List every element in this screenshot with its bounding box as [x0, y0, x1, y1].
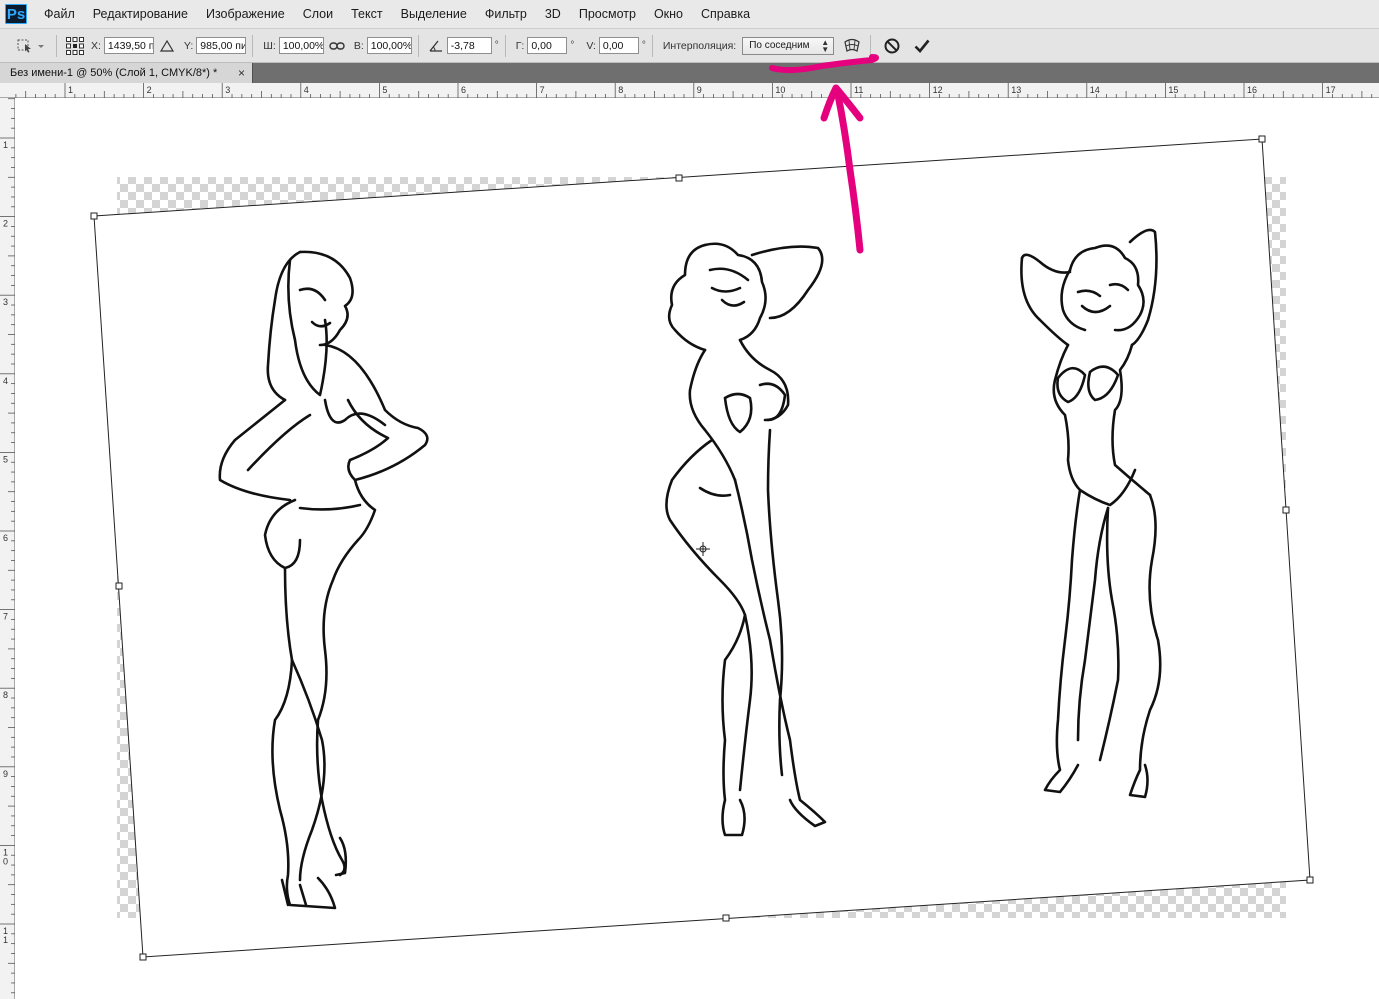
move-transform-icon	[17, 39, 44, 53]
handle-middle-left[interactable]	[115, 582, 123, 590]
select-arrows-icon: ▲ ▼	[821, 37, 830, 54]
menu-item[interactable]: Текст	[342, 0, 391, 28]
handle-bottom-left[interactable]	[139, 953, 147, 961]
width-scale-field[interactable]: 100,00%	[278, 37, 324, 54]
degree-unit: °	[494, 40, 499, 51]
ruler-label: 17	[1326, 85, 1336, 95]
ruler-label: 5	[382, 85, 387, 95]
handle-middle-right[interactable]	[1282, 506, 1290, 514]
menu-item[interactable]: Фильтр	[476, 0, 536, 28]
document-tab-title: Без имени-1 @ 50% (Слой 1, CMYK/8*) *	[10, 67, 218, 79]
separator	[651, 34, 653, 57]
horizontal-skew-field[interactable]: 0,00	[527, 37, 568, 54]
handle-top-middle[interactable]	[675, 174, 683, 182]
ruler-label: 10	[775, 85, 785, 95]
interpolation-value: По соседним	[749, 39, 810, 51]
handle-bottom-right[interactable]	[1306, 876, 1314, 884]
warp-mode-icon	[844, 38, 860, 52]
y-position-field[interactable]: 985,00 пи	[196, 37, 247, 54]
commit-transform-button[interactable]	[913, 34, 931, 58]
transformed-layer[interactable]	[93, 138, 1311, 958]
ruler-label: 8	[3, 690, 8, 700]
ruler-label: 1	[3, 140, 8, 150]
ruler-label: 3	[225, 85, 230, 95]
ruler-label: 11	[3, 926, 8, 945]
horizontal-skew-label: Г:	[515, 39, 525, 52]
menu-item[interactable]: Изображение	[197, 0, 294, 28]
ruler-label: 1	[68, 85, 73, 95]
ruler-label: 15	[1168, 85, 1178, 95]
menu-item[interactable]: Выделение	[392, 0, 476, 28]
cancel-transform-icon	[884, 38, 900, 53]
rotation-angle-field[interactable]: -3,78	[446, 37, 492, 54]
cancel-transform-button[interactable]	[883, 34, 901, 58]
photoshop-logo: Ps	[5, 4, 27, 24]
ruler-label: 11	[854, 85, 863, 95]
rotate-angle-icon	[429, 40, 442, 52]
degree-unit: °	[641, 40, 646, 51]
interpolation-label: Интерполяция:	[662, 39, 737, 52]
x-position-field[interactable]: 1439,50 пи	[103, 37, 154, 54]
link-icon	[329, 41, 345, 50]
separator	[56, 34, 57, 57]
commit-transform-icon	[914, 39, 930, 53]
ruler-label: 3	[3, 297, 8, 307]
ruler-label: 6	[461, 85, 466, 95]
vertical-skew-field[interactable]: 0,00	[598, 37, 639, 54]
ruler-label: 9	[3, 769, 8, 779]
close-tab-icon[interactable]: ×	[238, 66, 245, 80]
ruler-label: 4	[304, 85, 309, 95]
ruler-label: 6	[3, 533, 8, 543]
menu-item[interactable]: Просмотр	[570, 0, 645, 28]
menu-item[interactable]: 3D	[536, 0, 570, 28]
ruler-label: 2	[147, 85, 152, 95]
ruler-label: 10	[3, 847, 8, 866]
separator	[252, 34, 254, 57]
angle-icon	[159, 39, 174, 52]
link-proportions-button[interactable]	[329, 34, 345, 58]
x-label: X:	[91, 39, 101, 52]
handle-top-left[interactable]	[90, 212, 98, 220]
vertical-ruler[interactable]: 1 2 3 4 5 6 7 8 9 10 11	[0, 98, 15, 999]
ruler-label: 7	[3, 612, 8, 622]
degree-unit: °	[570, 40, 575, 51]
menu-item[interactable]: Справка	[692, 0, 759, 28]
document-tab-bar: Без имени-1 @ 50% (Слой 1, CMYK/8*) * ×	[0, 63, 1379, 83]
height-scale-field[interactable]: 100,00%	[366, 37, 412, 54]
options-bar: X: 1439,50 пи Y: 985,00 пи Ш: 100,00% В:…	[0, 29, 1379, 63]
menu-bar: Ps Файл Редактирование Изображение Слои Текс…	[0, 0, 1379, 29]
ruler-label: 7	[540, 85, 545, 95]
ruler-label: 12	[933, 85, 943, 95]
menu-item[interactable]: Слои	[294, 0, 342, 28]
width-label: Ш:	[263, 39, 276, 52]
height-label: В:	[353, 39, 364, 52]
menu-item[interactable]: Редактирование	[84, 0, 197, 28]
menu-item[interactable]: Файл	[35, 0, 84, 28]
ruler-label: 5	[3, 454, 8, 464]
handle-top-right[interactable]	[1258, 135, 1266, 143]
warp-mode-button[interactable]	[842, 34, 862, 58]
horizontal-ruler[interactable]: 1 2 3 4 5 6 7 8 9 10 11 12 13 14 15 16 17	[0, 83, 1379, 98]
ruler-label: 8	[618, 85, 623, 95]
separator	[504, 34, 506, 57]
y-label: Y:	[183, 39, 194, 52]
ruler-label: 16	[1247, 85, 1257, 95]
ruler-label: 2	[3, 219, 8, 229]
reference-point-grid-icon	[66, 36, 84, 55]
ruler-label: 13	[1011, 85, 1021, 95]
tool-preset-picker[interactable]	[14, 34, 48, 58]
reference-point-button[interactable]	[65, 34, 85, 58]
menu-item[interactable]: Окно	[645, 0, 692, 28]
vertical-skew-label: V:	[586, 39, 596, 52]
document-canvas[interactable]	[15, 98, 1379, 999]
separator	[417, 34, 419, 57]
ruler-label: 4	[3, 376, 8, 386]
interpolation-select[interactable]: По соседним ▲ ▼	[742, 36, 835, 55]
handle-bottom-middle[interactable]	[722, 914, 730, 922]
ruler-label: 14	[1090, 85, 1100, 95]
ruler-label: 9	[697, 85, 702, 95]
separator	[870, 34, 872, 57]
document-tab[interactable]: Без имени-1 @ 50% (Слой 1, CMYK/8*) * ×	[0, 63, 253, 83]
